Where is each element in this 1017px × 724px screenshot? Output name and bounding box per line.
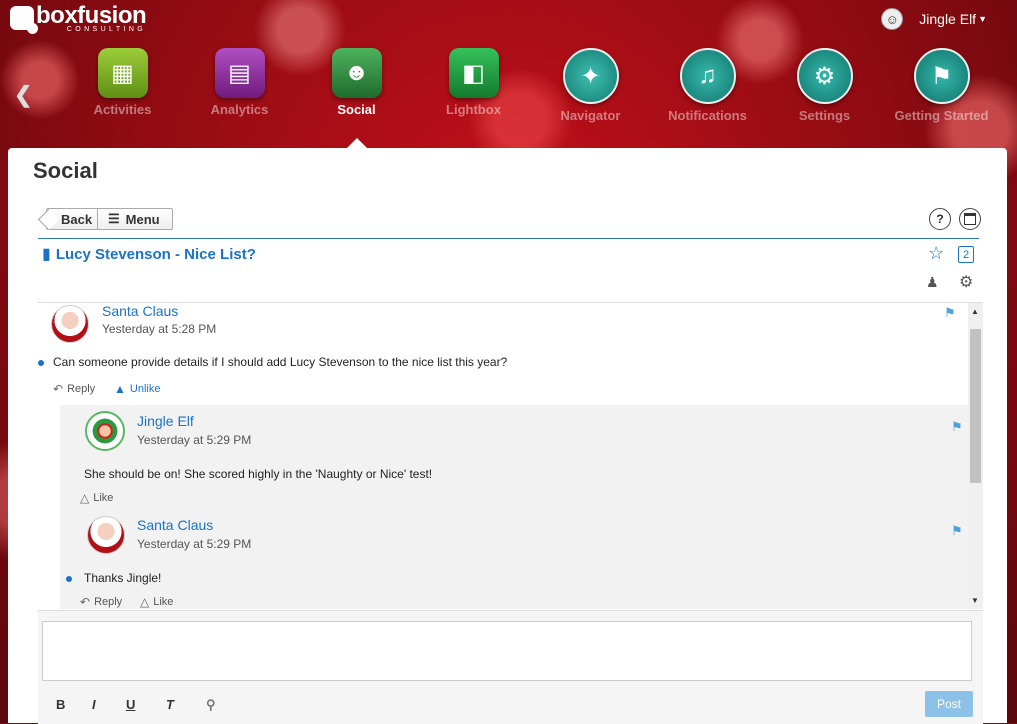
reply-composer: B I U T ⚲ Post bbox=[38, 610, 983, 724]
back-button[interactable]: Back bbox=[46, 208, 99, 230]
replies-container: Jingle Elf Yesterday at 5:29 PM ⚑ She sh… bbox=[60, 405, 974, 609]
attachment-icon[interactable]: ⚲ bbox=[206, 697, 216, 713]
italic-button[interactable]: I bbox=[92, 697, 96, 712]
scroll-down-icon[interactable]: ▼ bbox=[971, 596, 979, 605]
clear-format-button[interactable]: T bbox=[166, 697, 174, 712]
activities-icon: ▦ bbox=[97, 48, 148, 98]
app-label: Analytics bbox=[210, 102, 269, 117]
user-menu[interactable]: ☺ Jingle Elf ▼ bbox=[881, 8, 987, 30]
underline-button[interactable]: U bbox=[126, 697, 135, 712]
comment-input[interactable] bbox=[42, 621, 972, 681]
thumbs-up-icon: △ bbox=[140, 595, 150, 609]
app-navigator[interactable]: ✦ Navigator bbox=[532, 48, 649, 123]
people-icon[interactable]: ♟ bbox=[926, 274, 939, 291]
unread-dot bbox=[38, 360, 44, 366]
like-label: Like bbox=[93, 492, 114, 504]
lightbox-icon: ◧ bbox=[448, 48, 499, 98]
app-label: Settings bbox=[798, 108, 851, 123]
discussion-feed[interactable]: Santa Claus Yesterday at 5:28 PM ⚑ Can s… bbox=[38, 302, 983, 609]
brand-logo[interactable]: boxfusion CONSULTING bbox=[10, 2, 147, 34]
speech-bubble-icon: ▮ bbox=[42, 246, 51, 263]
app-activities[interactable]: ▦ Activities bbox=[64, 48, 181, 123]
avatar[interactable] bbox=[85, 411, 125, 451]
reply-author[interactable]: Santa Claus bbox=[137, 517, 213, 533]
like-link[interactable]: △ Like bbox=[80, 491, 113, 505]
reply-time: Yesterday at 5:29 PM bbox=[137, 433, 252, 447]
menu-label: Menu bbox=[125, 211, 160, 227]
reply-author[interactable]: Jingle Elf bbox=[137, 413, 194, 429]
like-link[interactable]: △ Like bbox=[140, 595, 173, 609]
menu-icon: ☰ bbox=[108, 211, 120, 226]
app-label: Activities bbox=[93, 102, 152, 117]
app-getting-started[interactable]: ⚑ Getting Started bbox=[883, 48, 1000, 123]
app-social[interactable]: ☻ Social bbox=[298, 48, 415, 123]
feed-scrollbar[interactable]: ▲ ▼ bbox=[968, 303, 983, 609]
like-label: Like bbox=[153, 596, 174, 608]
scroll-up-icon[interactable]: ▲ bbox=[971, 307, 979, 316]
logo-mark-icon bbox=[10, 6, 38, 34]
star-icon[interactable]: ☆ bbox=[928, 243, 944, 264]
app-label: Notifications bbox=[668, 108, 747, 123]
app-label: Navigator bbox=[560, 108, 621, 123]
post-time: Yesterday at 5:28 PM bbox=[102, 322, 217, 336]
unread-dot bbox=[66, 576, 72, 582]
gear-icon[interactable]: ⚙ bbox=[959, 272, 973, 292]
brand-name: boxfusion bbox=[36, 2, 147, 29]
flag-icon: ⚑ bbox=[913, 48, 970, 104]
unlike-link[interactable]: ▲ Unlike bbox=[114, 382, 160, 396]
toolbar: Back ☰ Menu ? bbox=[38, 208, 981, 239]
avatar[interactable] bbox=[87, 516, 125, 554]
app-settings[interactable]: ⚙ Settings bbox=[766, 48, 883, 123]
nav-prev-arrow-icon[interactable]: ❮ bbox=[14, 82, 32, 108]
post-author[interactable]: Santa Claus bbox=[102, 303, 178, 319]
post-text: Can someone provide details if I should … bbox=[53, 355, 508, 369]
app-launcher: ▦ Activities ▤ Analytics ☻ Social ◧ Ligh… bbox=[64, 48, 1000, 123]
menu-button[interactable]: ☰ Menu bbox=[97, 208, 173, 230]
app-label: Social bbox=[337, 102, 376, 117]
reply-time: Yesterday at 5:29 PM bbox=[137, 537, 252, 551]
app-lightbox[interactable]: ◧ Lightbox bbox=[415, 48, 532, 123]
social-icon: ☻ bbox=[331, 48, 382, 98]
reply-link[interactable]: ↶ Reply bbox=[53, 382, 95, 396]
maximize-button[interactable] bbox=[959, 208, 981, 230]
reply-text: She should be on! She scored highly in t… bbox=[84, 467, 433, 481]
flag-icon[interactable]: ⚑ bbox=[951, 523, 963, 539]
bell-icon: ♫ bbox=[679, 48, 736, 104]
main-panel: Social Back ☰ Menu ? ▮ Lucy Stevenson - … bbox=[8, 148, 1007, 724]
app-label: Getting Started bbox=[894, 108, 989, 123]
reply-link[interactable]: ↶ Reply bbox=[80, 595, 122, 609]
avatar[interactable] bbox=[51, 305, 89, 343]
thumbs-up-icon: ▲ bbox=[114, 382, 126, 396]
top-bar: boxfusion CONSULTING ☺ Jingle Elf ▼ ❮ ▦ … bbox=[0, 0, 1017, 149]
thread-title[interactable]: Lucy Stevenson - Nice List? bbox=[56, 246, 256, 263]
thumbs-up-icon: △ bbox=[80, 491, 90, 505]
window-icon bbox=[964, 213, 976, 225]
analytics-icon: ▤ bbox=[214, 48, 265, 98]
reply-text: Thanks Jingle! bbox=[84, 571, 162, 585]
help-button[interactable]: ? bbox=[929, 208, 951, 230]
user-name: Jingle Elf bbox=[919, 11, 977, 27]
reply-icon: ↶ bbox=[80, 595, 91, 609]
app-notifications[interactable]: ♫ Notifications bbox=[649, 48, 766, 123]
reply-icon: ↶ bbox=[53, 382, 64, 396]
thread-header: ▮ Lucy Stevenson - Nice List? bbox=[42, 244, 256, 264]
follower-count-badge[interactable]: 2 bbox=[958, 246, 974, 263]
unlike-label: Unlike bbox=[129, 383, 161, 395]
chevron-down-icon: ▼ bbox=[978, 14, 987, 24]
gears-icon: ⚙ bbox=[796, 48, 853, 104]
app-label: Lightbox bbox=[446, 102, 501, 117]
scroll-thumb[interactable] bbox=[970, 329, 981, 483]
app-analytics[interactable]: ▤ Analytics bbox=[181, 48, 298, 123]
compass-icon: ✦ bbox=[562, 48, 619, 104]
page-title: Social bbox=[33, 158, 98, 183]
flag-icon[interactable]: ⚑ bbox=[944, 305, 956, 321]
reply-label: Reply bbox=[67, 383, 96, 395]
accessibility-icon[interactable]: ☺ bbox=[881, 8, 904, 30]
bold-button[interactable]: B bbox=[56, 697, 65, 712]
reply-label: Reply bbox=[94, 596, 123, 608]
flag-icon[interactable]: ⚑ bbox=[951, 419, 963, 435]
post-button[interactable]: Post bbox=[925, 691, 973, 717]
